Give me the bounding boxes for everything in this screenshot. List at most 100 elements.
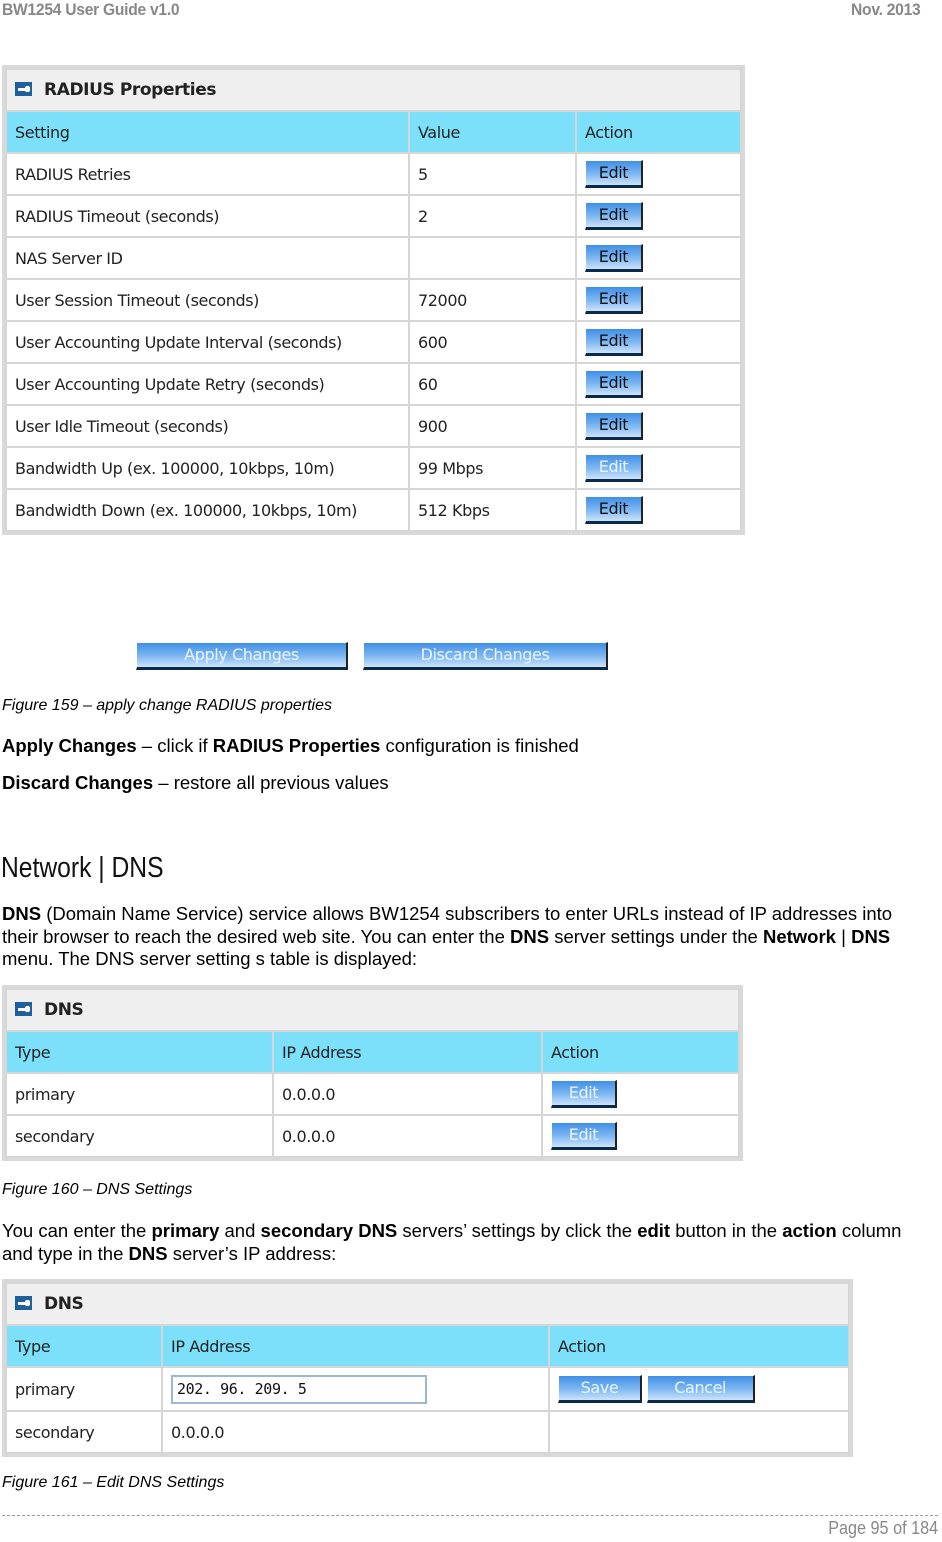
text: and (219, 1220, 261, 1241)
term: DNS (510, 925, 550, 947)
cancel-button[interactable]: Cancel (646, 1375, 755, 1403)
text: configuration is finished (380, 735, 579, 756)
table-header: Setting Value Action (5, 110, 742, 154)
setting-value: 900 (408, 404, 577, 448)
column-header-value: Value (408, 110, 577, 154)
panel-title: DNS (5, 988, 740, 1032)
setting-name: User Idle Timeout (seconds) (5, 404, 410, 448)
text: – click if (136, 735, 213, 756)
column-header-action: Action (548, 1324, 850, 1368)
table-row: RADIUS Timeout (seconds) 2 Edit (5, 194, 742, 238)
table-row: RADIUS Retries 5 Edit (5, 152, 742, 196)
column-header-action: Action (575, 110, 742, 154)
edit-button[interactable]: Edit (551, 1122, 617, 1150)
panel-arrow-icon (15, 1296, 32, 1310)
term: Apply Changes (2, 735, 137, 756)
figure-caption: Figure 160 – DNS Settings (2, 1181, 193, 1198)
setting-value (408, 236, 577, 280)
table-row: NAS Server ID Edit (5, 236, 742, 280)
table-row: Bandwidth Down (ex. 100000, 10kbps, 10m)… (5, 488, 742, 532)
setting-name: User Accounting Update Interval (seconds… (5, 320, 410, 364)
edit-button[interactable]: Edit (585, 412, 643, 440)
primary-dns-ip-input[interactable]: 202. 96. 209. 5 (171, 1374, 427, 1404)
panel-arrow-icon (15, 82, 32, 96)
discard-changes-button[interactable]: Discard Changes (363, 642, 608, 670)
dns-type: secondary (5, 1410, 163, 1454)
table-row: primary 0.0.0.0 Edit (5, 1072, 740, 1116)
text: You can enter the (2, 1220, 152, 1241)
table-row: User Idle Timeout (seconds) 900 Edit (5, 404, 742, 448)
edit-button[interactable]: Edit (585, 496, 643, 524)
table-row: Bandwidth Up (ex. 100000, 10kbps, 10m) 9… (5, 446, 742, 490)
setting-name: Bandwidth Up (ex. 100000, 10kbps, 10m) (5, 446, 410, 490)
text: menu. The DNS server setting s table is … (2, 948, 418, 969)
term: Discard Changes (2, 772, 154, 793)
setting-name: User Accounting Update Retry (seconds) (5, 362, 410, 406)
dns-type: primary (5, 1072, 274, 1116)
edit-button[interactable]: Edit (551, 1080, 617, 1108)
figure-caption: Figure 161 – Edit DNS Settings (2, 1474, 225, 1491)
setting-name: RADIUS Retries (5, 152, 410, 196)
footer-divider (2, 1515, 938, 1516)
text: – restore all previous values (153, 772, 389, 793)
panel-title: DNS (5, 1282, 850, 1326)
dns-edit-intro-paragraph: You can enter the primary and secondary … (2, 1220, 922, 1265)
setting-value: 72000 (408, 278, 577, 322)
dns-intro-paragraph: DNS (Domain Name Service) service allows… (2, 903, 922, 971)
setting-value: 60 (408, 362, 577, 406)
dns-edit-panel: DNS Type IP Address Action primary 202. … (2, 1279, 853, 1457)
setting-name: Bandwidth Down (ex. 100000, 10kbps, 10m) (5, 488, 410, 532)
setting-value: 600 (408, 320, 577, 364)
figure-caption: Figure 159 – apply change RADIUS propert… (2, 697, 332, 714)
term: action (782, 1220, 837, 1241)
table-row: primary 202. 96. 209. 5 Save Cancel (5, 1366, 850, 1412)
edit-button[interactable]: Edit (585, 244, 643, 272)
page-number: Page 95 of 184 (828, 1518, 938, 1538)
setting-name: RADIUS Timeout (seconds) (5, 194, 410, 238)
document-title: BW1254 User Guide v1.0 (2, 0, 180, 19)
save-button[interactable]: Save (558, 1375, 642, 1403)
panel-arrow-icon (15, 1002, 32, 1016)
term: DNS (851, 925, 891, 947)
edit-button[interactable]: Edit (585, 370, 643, 398)
panel-title-text: RADIUS Properties (44, 80, 217, 100)
setting-name: User Session Timeout (seconds) (5, 278, 410, 322)
column-header-action: Action (541, 1030, 740, 1074)
table-row: User Session Timeout (seconds) 72000 Edi… (5, 278, 742, 322)
setting-value: 5 (408, 152, 577, 196)
discard-changes-description: Discard Changes – restore all previous v… (2, 772, 922, 794)
edit-button[interactable]: Edit (585, 328, 643, 356)
setting-value: 512 Kbps (408, 488, 577, 532)
section-heading: Network | DNS (1, 852, 164, 884)
dns-ip: 0.0.0.0 (161, 1410, 550, 1454)
term: edit (637, 1220, 671, 1241)
edit-button[interactable]: Edit (585, 286, 643, 314)
edit-button[interactable]: Edit (585, 160, 643, 188)
table-row: User Accounting Update Interval (seconds… (5, 320, 742, 364)
column-header-type: Type (5, 1324, 163, 1368)
dns-ip: 0.0.0.0 (272, 1114, 543, 1158)
term: DNS (2, 903, 42, 924)
setting-name: NAS Server ID (5, 236, 410, 280)
document-date: Nov. 2013 (850, 0, 921, 19)
term: primary (151, 1220, 220, 1241)
table-header: Type IP Address Action (5, 1030, 740, 1074)
dns-type: primary (5, 1366, 163, 1412)
action-cell-empty (548, 1410, 850, 1454)
edit-button[interactable]: Edit (585, 454, 643, 482)
term: secondary DNS (260, 1220, 398, 1241)
column-header-type: Type (5, 1030, 274, 1074)
text: servers’ settings by click the (397, 1220, 638, 1241)
text: server’s IP address: (167, 1242, 337, 1264)
apply-changes-button[interactable]: Apply Changes (136, 642, 348, 670)
column-header-ip-address: IP Address (161, 1324, 550, 1368)
setting-value: 99 Mbps (408, 446, 577, 490)
panel-title-text: DNS (44, 1294, 84, 1314)
text: button in the (670, 1220, 783, 1241)
dns-ip: 0.0.0.0 (272, 1072, 543, 1116)
text: | (835, 925, 852, 947)
term: DNS (128, 1242, 168, 1264)
apply-changes-description: Apply Changes – click if RADIUS Properti… (2, 735, 922, 757)
setting-value: 2 (408, 194, 577, 238)
edit-button[interactable]: Edit (585, 202, 643, 230)
